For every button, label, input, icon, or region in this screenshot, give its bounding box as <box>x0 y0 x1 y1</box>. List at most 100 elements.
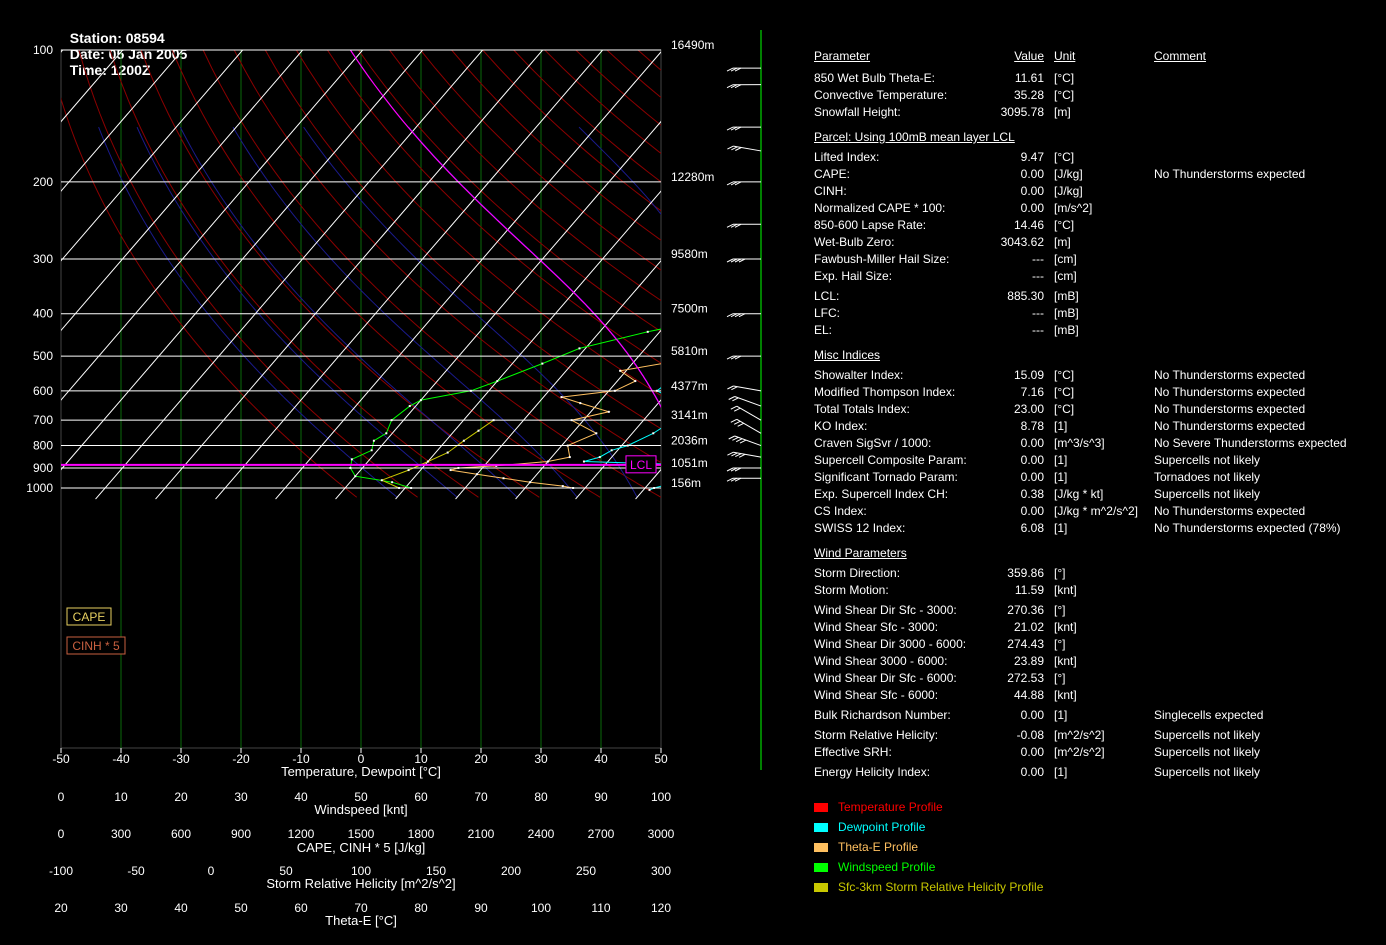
profile-point <box>742 432 744 434</box>
param-comment: Supercells not likely <box>1154 728 1261 742</box>
pressure-label: 800 <box>33 439 53 453</box>
wind-barb-flag <box>735 438 743 443</box>
axis-tick-label: 20 <box>54 901 68 915</box>
param-name: Convective Temperature: <box>814 88 948 102</box>
param-value: 8.78 <box>1020 419 1044 433</box>
pressure-label: 600 <box>33 384 53 398</box>
profile-point <box>582 460 585 463</box>
profile-point <box>762 287 764 289</box>
param-name: Storm Direction: <box>814 566 901 580</box>
param-unit: [°C] <box>1054 71 1075 85</box>
profile-point <box>694 317 696 319</box>
profile-point <box>662 355 664 357</box>
header-unit: Unit <box>1054 49 1076 63</box>
axis-tick-label: 2100 <box>468 827 495 841</box>
isotherm <box>696 40 790 499</box>
param-name: Modified Thompson Index: <box>814 385 956 399</box>
param-unit: [cm] <box>1054 269 1077 283</box>
param-name: KO Index: <box>814 419 868 433</box>
height-label: 12280m <box>671 170 714 184</box>
profile-point <box>546 460 549 463</box>
profile-point <box>665 484 667 486</box>
profile-point <box>560 396 563 399</box>
height-label: 5810m <box>671 344 708 358</box>
axis-tick-label: 60 <box>294 901 308 915</box>
section-title: Misc Indices <box>814 348 881 362</box>
param-name: Wet-Bulb Zero: <box>814 235 895 249</box>
axis-tick-label: 30 <box>234 790 248 804</box>
param-value: 44.88 <box>1013 688 1044 702</box>
profile-point <box>446 451 449 454</box>
param-name: Energy Helicity Index: <box>814 765 931 779</box>
param-comment: No Thunderstorms expected (78%) <box>1154 521 1341 535</box>
profile-point <box>777 298 779 300</box>
profile-point <box>449 469 452 472</box>
profile-point <box>765 396 767 398</box>
height-label: 9580m <box>671 247 708 261</box>
param-name: Wind Shear Dir Sfc - 6000: <box>814 671 957 685</box>
profile-point <box>711 489 713 491</box>
param-unit: [m^2/s^2] <box>1054 745 1105 759</box>
cinh-box-label: CINH * 5 <box>72 639 120 653</box>
legend-label: Dewpoint Profile <box>838 820 926 834</box>
param-value: 9.47 <box>1020 150 1044 164</box>
param-unit: [J/kg] <box>1054 184 1083 198</box>
height-label: 2036m <box>671 434 708 448</box>
isotherm <box>61 50 424 471</box>
profile-point <box>370 449 373 452</box>
profile-point <box>610 449 613 452</box>
axis-tick-label: 60 <box>414 790 428 804</box>
param-unit: [°] <box>1054 566 1066 580</box>
param-unit: [J/kg * m^2/s^2] <box>1054 504 1138 518</box>
profile-point <box>722 456 724 458</box>
isotherm <box>61 50 124 123</box>
param-value: 35.28 <box>1013 88 1044 102</box>
param-unit: [cm] <box>1054 252 1077 266</box>
axis-tick-label: 90 <box>474 901 488 915</box>
profile-point <box>777 270 779 272</box>
parameter-table: Parameter Value Unit Comment 850 Wet Bulb Th… <box>814 0 1374 790</box>
param-name: Total Totals Index: <box>814 402 910 416</box>
param-comment: Supercells not likely <box>1154 745 1261 759</box>
axis-tick-label: 300 <box>651 864 671 878</box>
param-comment: No Thunderstorms expected <box>1154 167 1306 181</box>
axis-tick-label: 80 <box>414 901 428 915</box>
height-label: 16490m <box>671 38 714 52</box>
profile-point <box>354 475 357 478</box>
param-unit: [1] <box>1054 521 1068 535</box>
profile-line <box>684 50 791 490</box>
profile-point <box>529 481 532 484</box>
profile-point <box>717 322 719 324</box>
dry-adiabat <box>451 50 661 241</box>
profile-point <box>380 479 383 482</box>
param-unit: [knt] <box>1054 654 1077 668</box>
wind-barb-flag <box>728 435 735 440</box>
axis-title: Temperature, Dewpoint [°C] <box>281 764 441 779</box>
profile-point <box>426 460 429 463</box>
param-name: Wind Shear 3000 - 6000: <box>814 654 948 668</box>
param-name: Snowfall Height: <box>814 105 901 119</box>
param-name: Wind Shear Sfc - 6000: <box>814 688 939 702</box>
param-unit: [°C] <box>1054 88 1075 102</box>
isotherm <box>61 50 64 53</box>
profile-point <box>751 405 753 407</box>
axis-tick-label: 300 <box>111 827 131 841</box>
moist-adiabat <box>232 126 578 498</box>
wind-barb-flag <box>731 386 738 391</box>
param-value: --- <box>1032 269 1044 283</box>
axis-tick-label: 100 <box>531 901 551 915</box>
dry-adiabat <box>700 50 790 497</box>
param-value: 14.46 <box>1013 218 1044 232</box>
profile-line <box>380 419 494 489</box>
wind-barb <box>736 418 762 434</box>
param-value: 15.09 <box>1013 368 1044 382</box>
axis-title: Windspeed [knt] <box>314 802 407 817</box>
param-unit: [°C] <box>1054 368 1075 382</box>
param-value: 0.00 <box>1020 436 1044 450</box>
wind-barb <box>733 451 762 458</box>
param-value: 0.00 <box>1020 453 1044 467</box>
param-comment: Supercells not likely <box>1154 453 1261 467</box>
param-name: CAPE: <box>814 167 851 181</box>
param-value: 6.08 <box>1020 521 1044 535</box>
param-comment: Tornadoes not likely <box>1154 470 1261 484</box>
